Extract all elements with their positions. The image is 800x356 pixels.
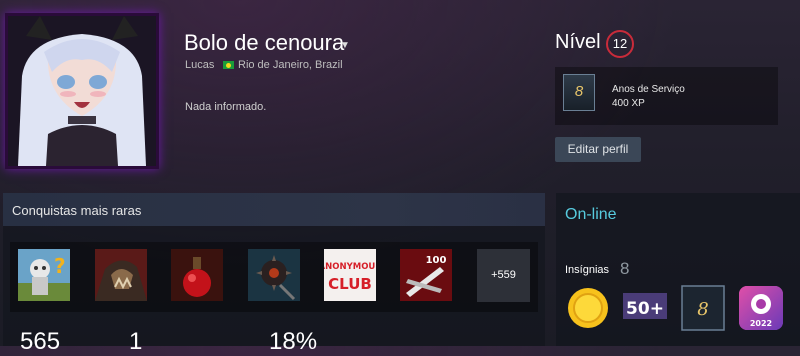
svg-text:?: ? (54, 254, 66, 278)
svg-text:50+: 50+ (626, 299, 664, 319)
potion-icon[interactable] (171, 249, 223, 301)
badges-link[interactable]: Insígnias (565, 264, 609, 276)
years-of-service-icon[interactable]: 8 (563, 74, 595, 111)
favorite-badge-xp: 400 XP (612, 98, 645, 109)
steam-2022-icon[interactable]: 2022 (738, 285, 784, 331)
svg-text:CLUB: CLUB (328, 275, 372, 293)
avatar[interactable] (8, 16, 156, 166)
online-status: On-line (565, 206, 617, 223)
favorite-badge-title: Anos de Serviço (612, 84, 685, 95)
avatar-image (8, 16, 156, 166)
anonymous-club-icon[interactable]: ANONYMOUS CLUB (324, 249, 376, 301)
real-name: Lucas (185, 59, 215, 71)
profile-summary: Nada informado. (185, 101, 267, 113)
brazil-flag-icon (223, 61, 234, 69)
level-badge[interactable]: 12 (606, 30, 634, 58)
blades-100-icon[interactable]: 100 (400, 249, 452, 301)
more-achievements-button[interactable]: +559 (477, 249, 530, 302)
fifty-plus-icon[interactable]: 50+ (622, 285, 668, 331)
stat-value: 1 (129, 328, 143, 355)
location: Rio de Janeiro, Brazil (238, 59, 343, 71)
spiked-bomb-icon[interactable] (248, 249, 300, 301)
svg-text:2022: 2022 (750, 319, 772, 328)
years-of-service-icon[interactable]: 8 (680, 285, 726, 331)
robot-question-icon[interactable]: ? (18, 249, 70, 301)
level-label: Nível (555, 31, 601, 53)
svg-text:ANONYMOUS: ANONYMOUS (324, 262, 376, 272)
edit-profile-button[interactable]: Editar perfil (555, 137, 641, 162)
stat-value: 18% (269, 328, 318, 355)
badges-count[interactable]: 8 (620, 259, 629, 279)
showcase-title: Conquistas mais raras (12, 203, 142, 218)
stat-value: 565 (20, 328, 61, 355)
svg-text:100: 100 (426, 255, 447, 266)
svg-text:8: 8 (697, 299, 708, 320)
monster-art-icon[interactable] (95, 249, 147, 301)
chevron-down-icon[interactable]: ▼ (340, 40, 350, 51)
persona-name[interactable]: Bolo de cenoura (184, 30, 344, 56)
gold-coin-icon[interactable] (565, 285, 611, 331)
